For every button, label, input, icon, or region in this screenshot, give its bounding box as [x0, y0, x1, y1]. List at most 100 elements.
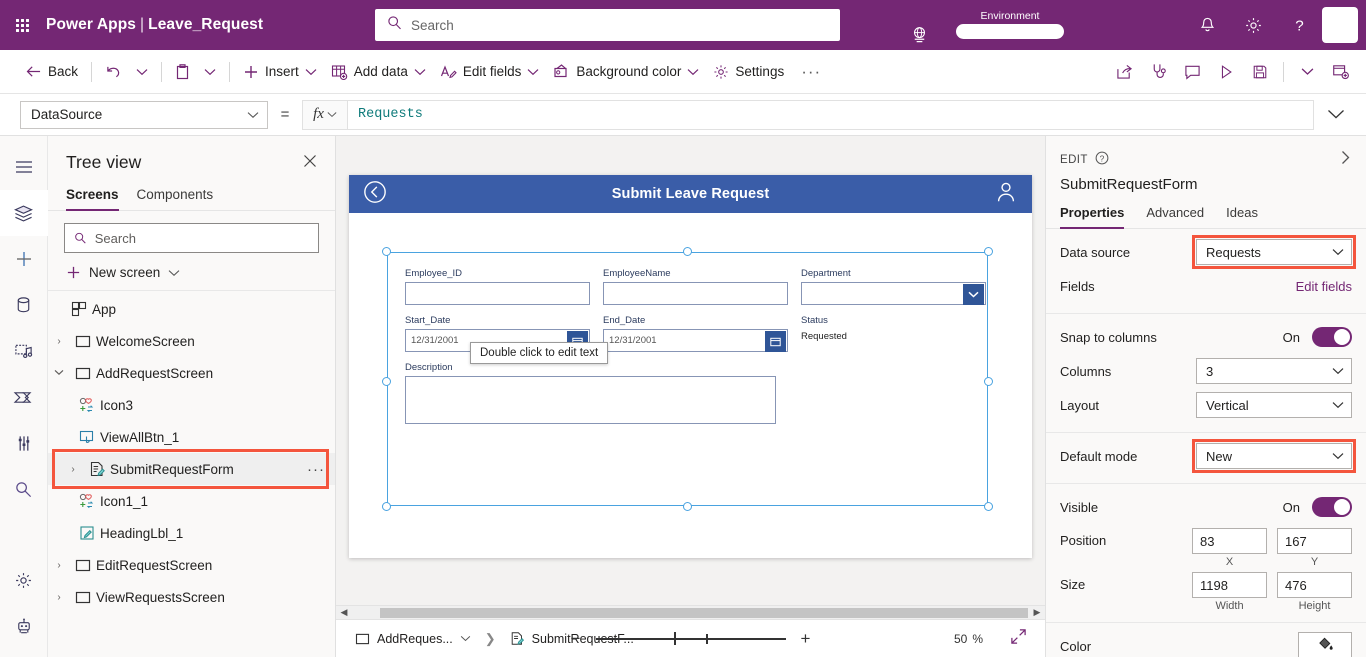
zoom-in-button[interactable]: + — [797, 630, 815, 647]
publish-icon[interactable] — [1324, 57, 1358, 87]
scroll-right-arrow-icon[interactable]: ▶ — [1029, 607, 1045, 618]
media-icon[interactable] — [0, 328, 48, 374]
app-canvas[interactable]: Submit Leave Request Employee_ID Employe… — [349, 175, 1032, 558]
search-input[interactable] — [411, 17, 828, 33]
layout-select[interactable]: Vertical — [1196, 392, 1352, 418]
app-checker-icon[interactable] — [1141, 57, 1175, 87]
visible-toggle[interactable] — [1312, 497, 1352, 517]
preview-play-icon[interactable] — [1209, 57, 1243, 87]
expand-chevron-icon[interactable]: › — [62, 464, 84, 475]
help-question-icon[interactable]: ? — [1276, 0, 1322, 50]
search-icon[interactable] — [0, 466, 48, 512]
global-search[interactable] — [375, 9, 840, 41]
fit-screen-icon[interactable] — [1010, 628, 1027, 650]
fx-button[interactable]: fx — [302, 99, 348, 130]
field-input-employee-name[interactable] — [603, 282, 788, 305]
settings-gear-icon[interactable] — [0, 557, 48, 603]
comments-icon[interactable] — [1175, 57, 1209, 87]
field-dropdown-department[interactable] — [801, 282, 986, 305]
tree-item-welcomescreen[interactable]: › WelcomeScreen — [48, 325, 335, 357]
size-height-input[interactable]: 476 — [1277, 572, 1352, 598]
person-icon[interactable] — [994, 180, 1018, 209]
color-picker-button[interactable] — [1298, 632, 1352, 657]
tab-screens[interactable]: Screens — [66, 183, 119, 211]
tree-item-submitrequestform[interactable]: › SubmitRequestForm ··· — [48, 453, 335, 485]
zoom-slider[interactable] — [595, 631, 786, 647]
field-date-end[interactable]: 12/31/2001 — [603, 329, 788, 352]
tree-search-box[interactable] — [64, 223, 319, 253]
back-button[interactable]: Back — [18, 57, 85, 87]
undo-dropdown[interactable] — [129, 57, 155, 87]
expand-chevron-icon[interactable]: › — [48, 560, 70, 571]
form-selection-container[interactable]: Employee_ID EmployeeName Department Star… — [382, 247, 993, 511]
paste-dropdown[interactable] — [197, 57, 223, 87]
field-input-employee-id[interactable] — [405, 282, 590, 305]
tree-item-editrequestscreen[interactable]: › EditRequestScreen — [48, 549, 335, 581]
save-chevron-icon[interactable] — [1290, 57, 1324, 87]
formula-expand-icon[interactable] — [1314, 109, 1358, 120]
tab-properties[interactable]: Properties — [1060, 203, 1125, 229]
tree-search-input[interactable] — [94, 230, 309, 246]
settings-gear-icon[interactable] — [1230, 0, 1276, 50]
share-icon[interactable] — [1107, 57, 1141, 87]
zoom-out-button[interactable]: − — [567, 630, 585, 647]
new-screen-button[interactable]: New screen — [48, 259, 335, 291]
scrollbar-thumb[interactable] — [380, 607, 1028, 618]
environment-selector[interactable]: Environment — [913, 11, 1064, 43]
panel-collapse-icon[interactable] — [1339, 150, 1352, 170]
chevron-down-icon[interactable] — [460, 635, 471, 642]
edit-fields-button[interactable]: Edit fields — [433, 57, 547, 87]
tree-item-viewallbtn-1[interactable]: ViewAllBtn_1 — [48, 421, 335, 453]
breadcrumb-screen[interactable]: AddReques... — [350, 629, 476, 649]
edit-fields-link[interactable]: Edit fields — [1296, 279, 1352, 294]
tab-advanced[interactable]: Advanced — [1146, 203, 1204, 228]
copilot-robot-icon[interactable] — [0, 603, 48, 649]
tree-item-app[interactable]: App — [48, 293, 335, 325]
canvas-horizontal-scrollbar[interactable]: ◀ ▶ — [336, 605, 1045, 619]
tab-ideas[interactable]: Ideas — [1226, 203, 1258, 228]
undo-button[interactable] — [98, 57, 129, 87]
expand-chevron-icon[interactable]: › — [48, 592, 70, 603]
calendar-icon[interactable] — [765, 331, 786, 352]
data-cylinder-icon[interactable] — [0, 282, 48, 328]
scroll-left-arrow-icon[interactable]: ◀ — [336, 607, 352, 618]
property-selector[interactable]: DataSource — [20, 100, 268, 129]
account-avatar[interactable] — [1322, 7, 1358, 43]
toolbar-overflow-button[interactable]: ··· — [791, 62, 831, 82]
position-y-input[interactable]: 167 — [1277, 528, 1352, 554]
formula-input[interactable]: Requests — [348, 99, 1314, 130]
back-circle-icon[interactable] — [363, 180, 387, 209]
tree-item-headinglbl-1[interactable]: HeadingLbl_1 — [48, 517, 335, 549]
paste-button[interactable] — [168, 57, 197, 87]
environment-pill[interactable] — [956, 24, 1064, 39]
scrollbar-track[interactable] — [352, 606, 1029, 619]
size-width-input[interactable]: 1198 — [1192, 572, 1267, 598]
field-textarea-description[interactable] — [405, 376, 776, 424]
dropdown-chevron-icon[interactable] — [963, 284, 984, 305]
power-automate-icon[interactable] — [0, 374, 48, 420]
insert-button[interactable]: Insert — [236, 57, 324, 87]
close-icon[interactable] — [299, 152, 321, 173]
tree-item-addrequestscreen[interactable]: AddRequestScreen — [48, 357, 335, 389]
collapse-chevron-icon[interactable] — [48, 368, 70, 379]
tree-item-more-options[interactable]: ··· — [307, 461, 325, 478]
default-mode-select[interactable]: New — [1196, 443, 1352, 469]
snap-to-columns-toggle[interactable] — [1312, 327, 1352, 347]
insert-plus-icon[interactable] — [0, 236, 48, 282]
app-launcher-icon[interactable] — [0, 18, 44, 32]
save-icon[interactable] — [1243, 57, 1277, 87]
settings-button[interactable]: Settings — [706, 57, 791, 87]
tab-components[interactable]: Components — [137, 183, 214, 210]
tree-item-icon1-1[interactable]: Icon1_1 — [48, 485, 335, 517]
tree-item-icon3[interactable]: Icon3 — [48, 389, 335, 421]
help-circle-icon[interactable]: ? — [1095, 151, 1109, 170]
variables-icon[interactable] — [0, 420, 48, 466]
data-source-select[interactable]: Requests — [1196, 239, 1352, 265]
expand-chevron-icon[interactable]: › — [48, 336, 70, 347]
notification-bell-icon[interactable] — [1184, 0, 1230, 50]
background-color-button[interactable]: Background color — [546, 57, 706, 87]
tree-view-icon[interactable] — [0, 190, 48, 236]
tree-item-viewrequestsscreen[interactable]: › ViewRequestsScreen — [48, 581, 335, 613]
zoom-slider-thumb[interactable] — [673, 632, 676, 645]
hamburger-menu-icon[interactable] — [0, 144, 48, 190]
